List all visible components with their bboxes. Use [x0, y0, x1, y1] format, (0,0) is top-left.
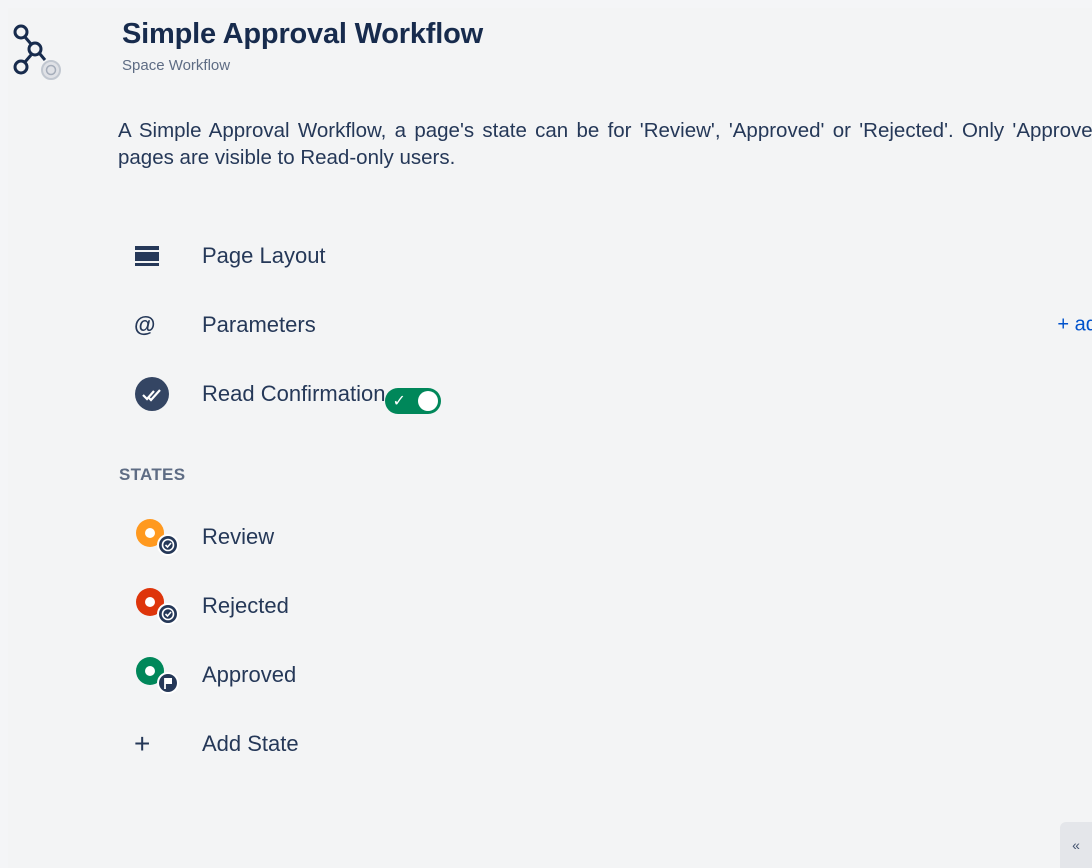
state-review[interactable]: Review	[118, 517, 1092, 557]
page-layout-label: Page Layout	[202, 243, 326, 268]
add-state-label: Add State	[202, 731, 299, 756]
add-parameter-link[interactable]: + add	[1057, 314, 1092, 337]
page-subtitle: Space Workflow	[122, 57, 231, 74]
workflow-description: A Simple Approval Workflow, a page's sta…	[118, 119, 1092, 169]
state-rejected-icon	[118, 586, 202, 626]
plus-icon: +	[118, 724, 202, 764]
state-label: Approved	[202, 662, 297, 687]
page-layout-icon	[118, 236, 202, 276]
double-check-icon	[118, 374, 202, 414]
at-sign-icon: @	[134, 312, 156, 337]
state-review-icon	[118, 517, 202, 557]
states-heading: STATES	[119, 465, 186, 484]
read-confirmation-toggle[interactable]: ✓	[385, 388, 442, 414]
state-label: Review	[202, 524, 275, 549]
parameters-label: Parameters	[202, 312, 316, 337]
add-state-button[interactable]: + Add State	[118, 724, 1092, 764]
check-icon: ✓	[392, 393, 406, 410]
read-confirmation-row: Read Confirmation ✓	[118, 374, 1092, 414]
double-chevron-left-icon: «	[1072, 837, 1080, 853]
parameters-row: @ Parameters + add	[118, 305, 1092, 345]
state-approved[interactable]: Approved	[118, 655, 1092, 695]
toggle-knob	[418, 391, 439, 411]
state-label: Rejected	[202, 593, 289, 618]
plus-glyph: +	[134, 728, 151, 759]
state-approved-icon	[118, 655, 202, 695]
workflow-icon	[12, 22, 68, 86]
read-confirmation-label: Read Confirmation	[202, 381, 386, 406]
page-layout-row[interactable]: Page Layout	[118, 236, 1092, 276]
page-title: Simple Approval Workflow	[122, 18, 483, 50]
collapse-panel-button[interactable]: «	[1060, 822, 1092, 868]
state-rejected[interactable]: Rejected	[118, 586, 1092, 626]
